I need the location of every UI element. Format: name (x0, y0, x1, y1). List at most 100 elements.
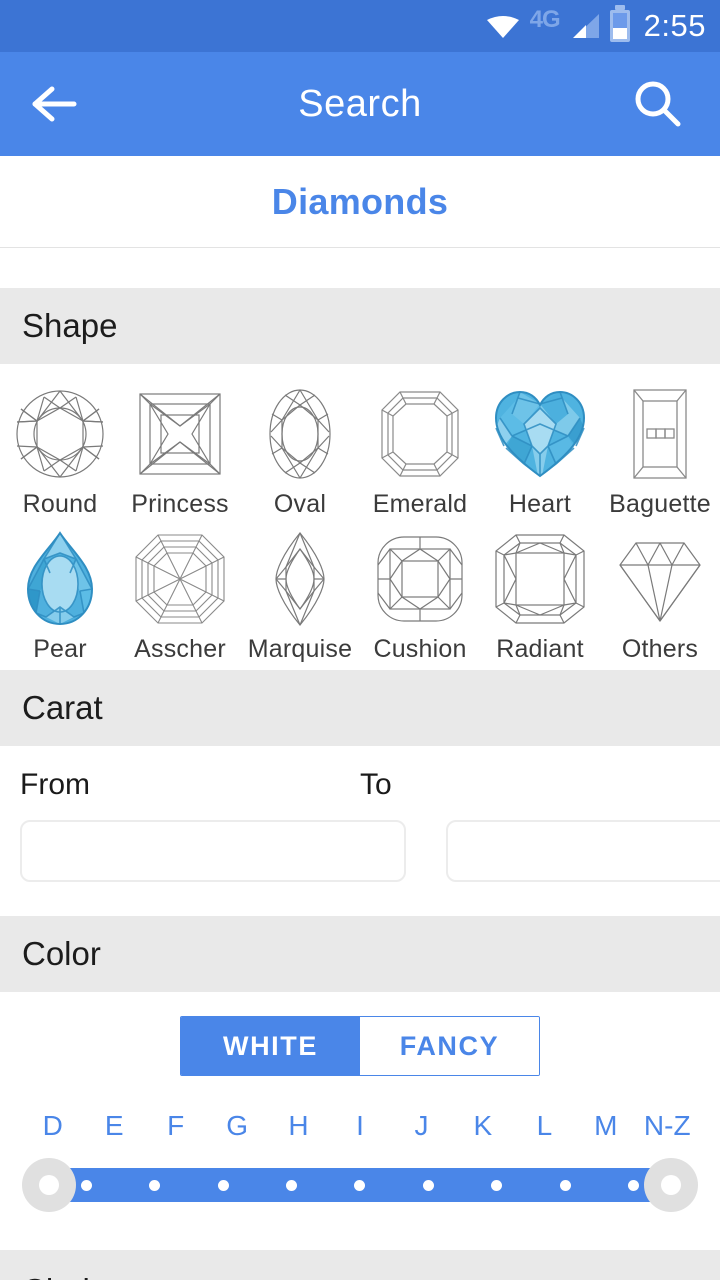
marquise-icon (250, 527, 350, 631)
search-button[interactable] (604, 52, 712, 156)
shape-label: Others (621, 635, 699, 663)
pear-icon (10, 527, 110, 631)
signal-icon (570, 13, 600, 39)
grade-label: D (42, 1110, 63, 1141)
slider-handle-min[interactable] (22, 1158, 76, 1212)
shape-row: Round Princess Oval Emerald Heart Baguet… (0, 374, 720, 519)
shape-label: Princess (131, 490, 229, 518)
shape-label: Marquise (247, 635, 353, 663)
spacer (0, 248, 720, 288)
color-type-toggle: WHITE FANCY (180, 1016, 540, 1076)
baguette-icon (610, 382, 710, 486)
carat-to-label: To (360, 768, 392, 801)
carat-to-col: To (360, 768, 700, 820)
round-icon (10, 382, 110, 486)
slider-tick (217, 1179, 229, 1191)
slider-ticks (52, 1168, 668, 1202)
section-title-clarity: Clarity (22, 1272, 116, 1280)
grade-label: M (594, 1110, 618, 1141)
oval-icon (250, 382, 350, 486)
slider-tick (491, 1179, 503, 1191)
app-screen: 4G 2:55 Search Diamonds Shape Round Prin… (0, 0, 720, 1280)
shape-label: Radiant (496, 635, 584, 663)
color-toggle-wrap: WHITE FANCY (0, 1016, 720, 1076)
shape-option-round[interactable]: Round (0, 374, 120, 519)
grade-label: J (414, 1110, 429, 1141)
carat-from-input[interactable] (20, 820, 406, 882)
grade-label: E (104, 1110, 124, 1141)
shape-option-oval[interactable]: Oval (240, 374, 360, 519)
shape-label: Cushion (373, 635, 467, 663)
shape-label: Round (22, 490, 98, 518)
shape-row: Pear Asscher Marquise Cushion Radiant Ot… (0, 519, 720, 664)
section-title-shape: Shape (22, 307, 118, 344)
shape-label: Heart (508, 490, 572, 518)
section-header-color: Color (0, 916, 720, 992)
shape-option-princess[interactable]: Princess (120, 374, 240, 519)
toggle-option-fancy[interactable]: FANCY (360, 1017, 539, 1075)
carat-input-row (20, 820, 720, 882)
slider-tick (628, 1179, 640, 1191)
slider-tick (422, 1179, 434, 1191)
others-icon (610, 527, 710, 631)
tab-diamonds[interactable]: Diamonds (272, 181, 448, 223)
color-range-slider[interactable] (0, 1150, 720, 1214)
shape-option-pear[interactable]: Pear (0, 519, 120, 664)
section-title-carat: Carat (22, 689, 103, 726)
grade-label: L (536, 1110, 553, 1141)
cushion-icon (370, 527, 470, 631)
shape-option-marquise[interactable]: Marquise (240, 519, 360, 664)
grade-label: K (473, 1110, 493, 1141)
shape-label: Baguette (609, 490, 711, 518)
color-body: WHITE FANCY D E F G H I J K L M N-Z (0, 992, 720, 1222)
princess-icon (130, 382, 230, 486)
grade-label: G (226, 1110, 248, 1141)
carat-from-label: From (20, 768, 90, 801)
carat-body: From To (0, 746, 720, 916)
shape-label: Oval (273, 490, 327, 518)
section-header-shape: Shape (0, 288, 720, 364)
slider-tick (354, 1179, 366, 1191)
section-header-clarity: Clarity (0, 1250, 720, 1280)
shape-label: Asscher (134, 635, 226, 663)
slider-handle-max[interactable] (644, 1158, 698, 1212)
shape-option-asscher[interactable]: Asscher (120, 519, 240, 664)
color-grade-labels: D E F G H I J K L M N-Z (0, 1110, 720, 1142)
section-header-carat: Carat (0, 670, 720, 746)
shape-option-cushion[interactable]: Cushion (360, 519, 480, 664)
back-button[interactable] (0, 52, 108, 156)
grade-label: I (356, 1110, 364, 1141)
shape-option-baguette[interactable]: Baguette (600, 374, 720, 519)
carat-to-input[interactable] (446, 820, 720, 882)
carat-label-row: From To (20, 768, 700, 820)
slider-tick (149, 1179, 161, 1191)
asscher-icon (130, 527, 230, 631)
shape-option-emerald[interactable]: Emerald (360, 374, 480, 519)
battery-icon (609, 5, 630, 42)
slider-tick (559, 1179, 571, 1191)
network-type-label: 4G (529, 6, 561, 33)
toggle-option-white[interactable]: WHITE (181, 1017, 360, 1075)
wifi-icon (486, 14, 520, 38)
slider-tick (80, 1179, 92, 1191)
back-arrow-icon (32, 86, 77, 122)
tab-bar: Diamonds (0, 156, 720, 248)
spacer (0, 1222, 720, 1250)
grade-label: H (288, 1110, 309, 1141)
clock-label: 2:55 (643, 8, 706, 43)
shape-option-radiant[interactable]: Radiant (480, 519, 600, 664)
shape-grid: Round Princess Oval Emerald Heart Baguet… (0, 364, 720, 670)
shape-option-others[interactable]: Others (600, 519, 720, 664)
search-icon (635, 81, 681, 127)
app-bar: Search (0, 52, 720, 156)
shape-label: Emerald (372, 490, 468, 518)
heart-icon (490, 382, 590, 486)
shape-label: Pear (33, 635, 87, 663)
carat-from-col: From (20, 768, 360, 820)
emerald-icon (370, 382, 470, 486)
radiant-icon (490, 527, 590, 631)
status-bar: 4G 2:55 (0, 0, 720, 52)
slider-tick (286, 1179, 298, 1191)
shape-option-heart[interactable]: Heart (480, 374, 600, 519)
section-title-color: Color (22, 935, 101, 972)
